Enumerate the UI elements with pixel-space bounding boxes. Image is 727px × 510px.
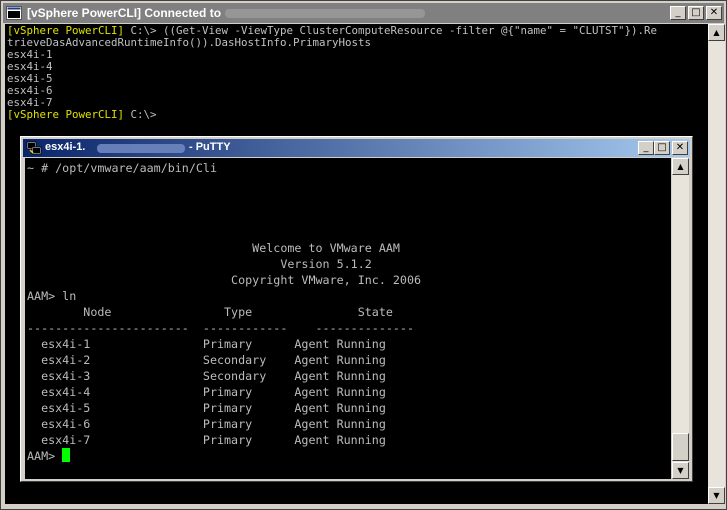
terminal-line: Copyright VMware, Inc. 2006: [27, 273, 422, 287]
console-path: C:\>: [124, 108, 157, 121]
console-command-2: trieveDasAdvancedRuntimeInfo()).DasHostI…: [7, 36, 372, 49]
putty-close-button[interactable]: ✕: [672, 141, 688, 155]
putty-terminal[interactable]: ~ # /opt/vmware/aam/bin/Cli Welcome to V…: [25, 158, 671, 479]
terminal-line: esx4i-7 Primary Agent Running: [27, 433, 386, 447]
terminal-line: AAM> ln: [27, 289, 77, 303]
redacted-hostname: [97, 144, 185, 153]
scrollbar-thumb[interactable]: [672, 433, 689, 461]
putty-scrollbar[interactable]: ▲ ▼: [672, 158, 689, 479]
minimize-button[interactable]: _: [670, 6, 686, 20]
putty-title-host: esx4i-1.: [45, 141, 86, 153]
putty-titlebar[interactable]: esx4i-1. - PuTTY _ □ ✕: [23, 139, 690, 157]
maximize-button[interactable]: □: [688, 6, 704, 20]
powercli-title: [vSphere PowerCLI] Connected to: [27, 6, 222, 20]
scroll-up-arrow-icon[interactable]: ▲: [672, 158, 689, 175]
terminal-text: ~ # /opt/vmware/aam/bin/Cli Welcome to V…: [27, 160, 421, 464]
terminal-line: esx4i-2 Secondary Agent Running: [27, 353, 386, 367]
putty-minimize-button[interactable]: _: [638, 141, 654, 155]
console-text: [vSphere PowerCLI] C:\> ((Get-View -View…: [7, 25, 657, 121]
terminal-line: ----------------------- ------------ ---…: [27, 321, 415, 335]
putty-icon: [26, 141, 42, 155]
putty-maximize-button[interactable]: □: [654, 141, 670, 155]
terminal-cursor: [62, 448, 71, 462]
putty-title-app: - PuTTY: [189, 141, 231, 153]
console-prompt: [vSphere PowerCLI]: [7, 108, 125, 121]
terminal-line: Welcome to VMware AAM: [27, 241, 400, 255]
powercli-titlebar[interactable]: [vSphere PowerCLI] Connected to _ □ ✕: [3, 3, 724, 23]
scroll-down-arrow-icon[interactable]: ▼: [672, 462, 689, 479]
terminal-prompt: AAM>: [27, 449, 63, 463]
terminal-line: esx4i-3 Secondary Agent Running: [27, 369, 386, 383]
scroll-down-arrow-icon[interactable]: ▼: [708, 487, 725, 504]
redacted-hostname: [225, 9, 425, 18]
scroll-up-arrow-icon[interactable]: ▲: [708, 24, 725, 41]
terminal-line: esx4i-4 Primary Agent Running: [27, 385, 386, 399]
powercli-icon: [6, 6, 22, 20]
terminal-line: esx4i-6 Primary Agent Running: [27, 417, 386, 431]
powercli-scrollbar[interactable]: ▲ ▼: [708, 24, 725, 504]
terminal-line: esx4i-1 Primary Agent Running: [27, 337, 386, 351]
terminal-line: ~ # /opt/vmware/aam/bin/Cli: [27, 161, 217, 175]
terminal-line: Node Type State: [27, 305, 393, 319]
terminal-line: esx4i-5 Primary Agent Running: [27, 401, 386, 415]
terminal-line: Version 5.1.2: [27, 257, 372, 271]
close-button[interactable]: ✕: [706, 6, 722, 20]
putty-window: esx4i-1. - PuTTY _ □ ✕ ~ # /opt/vmware/a…: [20, 136, 693, 482]
